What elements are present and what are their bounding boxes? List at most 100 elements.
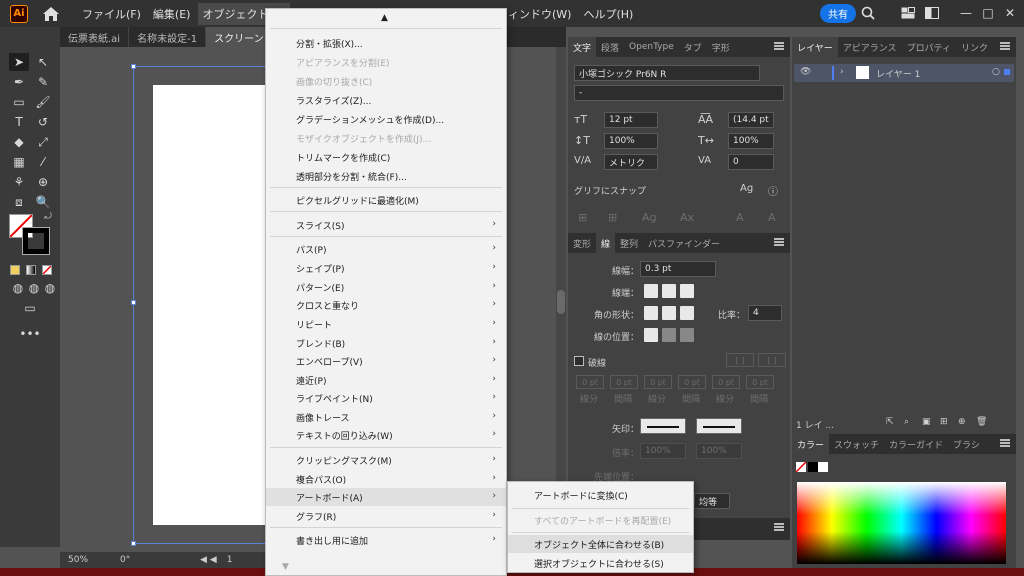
doc-tab[interactable]: 名称未設定-1 xyxy=(129,27,207,47)
menu-item-clipping-mask[interactable]: クリッピングマスク(M) › xyxy=(266,451,506,469)
selection-handle[interactable] xyxy=(131,541,136,546)
menu-item-text-wrap[interactable]: テキストの回り込み(W) › xyxy=(266,426,506,444)
info-icon[interactable]: ⓘ xyxy=(768,183,778,198)
projecting-cap-icon[interactable] xyxy=(680,284,694,298)
menu-edit[interactable]: 編集(E) xyxy=(149,3,195,25)
font-size-field[interactable]: 12 pt xyxy=(604,112,658,128)
scroll-thumb[interactable] xyxy=(557,290,565,314)
target-icon[interactable]: ○ xyxy=(992,67,1000,77)
scroll-up-icon[interactable]: ▲ xyxy=(381,13,388,23)
selection-indicator[interactable] xyxy=(1004,69,1010,75)
arrow-scale-end[interactable]: 100% xyxy=(696,443,742,459)
dash-box[interactable]: 0 pt xyxy=(644,375,672,389)
tab-brushes[interactable]: ブラシ xyxy=(948,434,985,454)
artboard-tool-icon[interactable]: ⧈ xyxy=(9,193,29,211)
tab-layers[interactable]: レイヤー xyxy=(792,37,838,57)
snap-glyph-icon[interactable]: Ag xyxy=(740,183,753,194)
align-center-icon[interactable] xyxy=(644,328,658,342)
tracking-field[interactable]: 0 xyxy=(728,154,774,170)
selection-handle[interactable] xyxy=(131,300,136,305)
tab-links[interactable]: リンク xyxy=(956,37,993,57)
dashed-checkbox[interactable] xyxy=(574,356,584,366)
menu-item-pixel-grid[interactable]: ピクセルグリッドに最適化(M) xyxy=(266,191,506,209)
panel-menu-icon[interactable] xyxy=(1000,42,1010,50)
profile-select[interactable]: 均等 xyxy=(694,493,730,509)
menu-item-flatten-transparency[interactable]: 透明部分を分割・統合(F)... xyxy=(266,167,506,185)
artboard[interactable] xyxy=(153,85,266,525)
end-arrow-select[interactable] xyxy=(696,418,742,434)
menu-item-intertwine[interactable]: クロスと重なり › xyxy=(266,296,506,314)
layer-row[interactable]: 👁 › レイヤー 1 ○ xyxy=(794,64,1014,82)
menu-help[interactable]: ヘルプ(H) xyxy=(579,3,637,25)
menu-item-image-trace[interactable]: 画像トレース › xyxy=(266,408,506,426)
menu-item-live-paint[interactable]: ライブペイント(N) › xyxy=(266,389,506,407)
dash-adjust-icon[interactable]: [ ] xyxy=(758,353,786,367)
pen-tool-icon[interactable]: ✒ xyxy=(9,73,29,91)
tab-properties[interactable]: プロパティ xyxy=(902,37,956,57)
menu-item-repeat[interactable]: リピート › xyxy=(266,315,506,333)
shape-builder-icon[interactable]: ⊕ xyxy=(33,173,53,191)
zoom-tool-icon[interactable]: 🔍 xyxy=(33,193,53,211)
tab-character[interactable]: 文字 xyxy=(568,37,597,57)
snap-anchor-icon[interactable]: A xyxy=(768,211,776,224)
menu-item-graph[interactable]: グラフ(R) › xyxy=(266,507,506,525)
panel-menu-icon[interactable] xyxy=(774,238,784,246)
maximize-icon[interactable]: □ xyxy=(978,4,998,22)
tab-appearance[interactable]: アピアランス xyxy=(838,37,902,57)
symbol-sprayer-icon[interactable]: ⚘ xyxy=(9,173,29,191)
type-tool-icon[interactable]: T xyxy=(9,113,29,131)
tab-swatches[interactable]: スウォッチ xyxy=(829,434,884,454)
gap-box[interactable]: 0 pt xyxy=(678,375,706,389)
submenu-fit-to-artwork[interactable]: オブジェクト全体に合わせる(B) xyxy=(508,535,693,553)
menu-item-compound-path[interactable]: 複合パス(O) › xyxy=(266,470,506,488)
miter-join-icon[interactable] xyxy=(644,306,658,320)
menu-item-add-to-export[interactable]: 書き出し用に追加 › xyxy=(266,531,506,549)
tab-glyphs[interactable]: 字形 xyxy=(707,37,735,57)
start-arrow-select[interactable] xyxy=(640,418,686,434)
font-family-field[interactable]: 小塚ゴシック Pr6N R xyxy=(574,65,760,81)
none-swatch[interactable] xyxy=(795,461,807,473)
snap-angular-icon[interactable]: A xyxy=(736,211,744,224)
arrange-icon[interactable] xyxy=(922,4,942,22)
rotate-tool-icon[interactable]: ↺ xyxy=(33,113,53,131)
menu-item-rasterize[interactable]: ラスタライズ(Z)... xyxy=(266,91,506,109)
minimize-icon[interactable]: — xyxy=(956,4,976,22)
swap-colors-icon[interactable]: ⤾ xyxy=(42,211,54,223)
eye-icon[interactable]: 👁 xyxy=(800,67,811,77)
menu-file[interactable]: ファイル(F) xyxy=(78,3,145,25)
tab-transform[interactable]: 変形 xyxy=(568,233,596,253)
snap-xheight-icon[interactable]: ⊞ xyxy=(608,211,617,224)
panel-menu-icon[interactable] xyxy=(774,523,784,531)
rotation-value[interactable]: 0° xyxy=(120,555,160,565)
selection-handle[interactable] xyxy=(131,64,136,69)
menu-item-shape[interactable]: シェイプ(P) › xyxy=(266,259,506,277)
export-icon[interactable]: ⇱ xyxy=(886,417,894,427)
menu-item-pattern[interactable]: パターン(E) › xyxy=(266,278,506,296)
share-button[interactable]: 共有 xyxy=(820,4,856,23)
white-swatch[interactable] xyxy=(818,462,828,472)
artboard-nav-icon[interactable]: ◀ ◀ xyxy=(200,555,217,565)
menu-item-envelope[interactable]: エンベロープ(V) › xyxy=(266,352,506,370)
search-icon[interactable] xyxy=(858,4,878,22)
menu-item-slice[interactable]: スライス(S) › xyxy=(266,216,506,234)
align-inside-icon[interactable] xyxy=(662,328,676,342)
menu-item-trim-marks[interactable]: トリムマークを作成(C) xyxy=(266,148,506,166)
tab-tabs[interactable]: タブ xyxy=(679,37,707,57)
brush-tool-icon[interactable]: 🖌 xyxy=(33,93,53,111)
leading-field[interactable]: (14.4 pt xyxy=(728,112,774,128)
kerning-field[interactable]: メトリク xyxy=(604,154,658,170)
snap-glyph-bounds-icon[interactable]: Ag xyxy=(642,211,657,224)
tab-opentype[interactable]: OpenType xyxy=(624,37,679,57)
snap-baseline-icon[interactable]: ⊞ xyxy=(578,211,587,224)
black-swatch[interactable] xyxy=(808,462,818,472)
menu-item-blend[interactable]: ブレンド(B) › xyxy=(266,334,506,352)
gradient-mode-icon[interactable] xyxy=(26,265,36,275)
color-mode-icon[interactable] xyxy=(10,265,20,275)
tab-paragraph[interactable]: 段落 xyxy=(596,37,624,57)
rectangle-tool-icon[interactable]: ▭ xyxy=(9,93,29,111)
bevel-join-icon[interactable] xyxy=(680,306,694,320)
gap-box[interactable]: 0 pt xyxy=(746,375,774,389)
menu-item-gradient-mesh[interactable]: グラデーションメッシュを作成(D)... xyxy=(266,110,506,128)
color-spectrum[interactable] xyxy=(797,482,1006,564)
round-join-icon[interactable] xyxy=(662,306,676,320)
